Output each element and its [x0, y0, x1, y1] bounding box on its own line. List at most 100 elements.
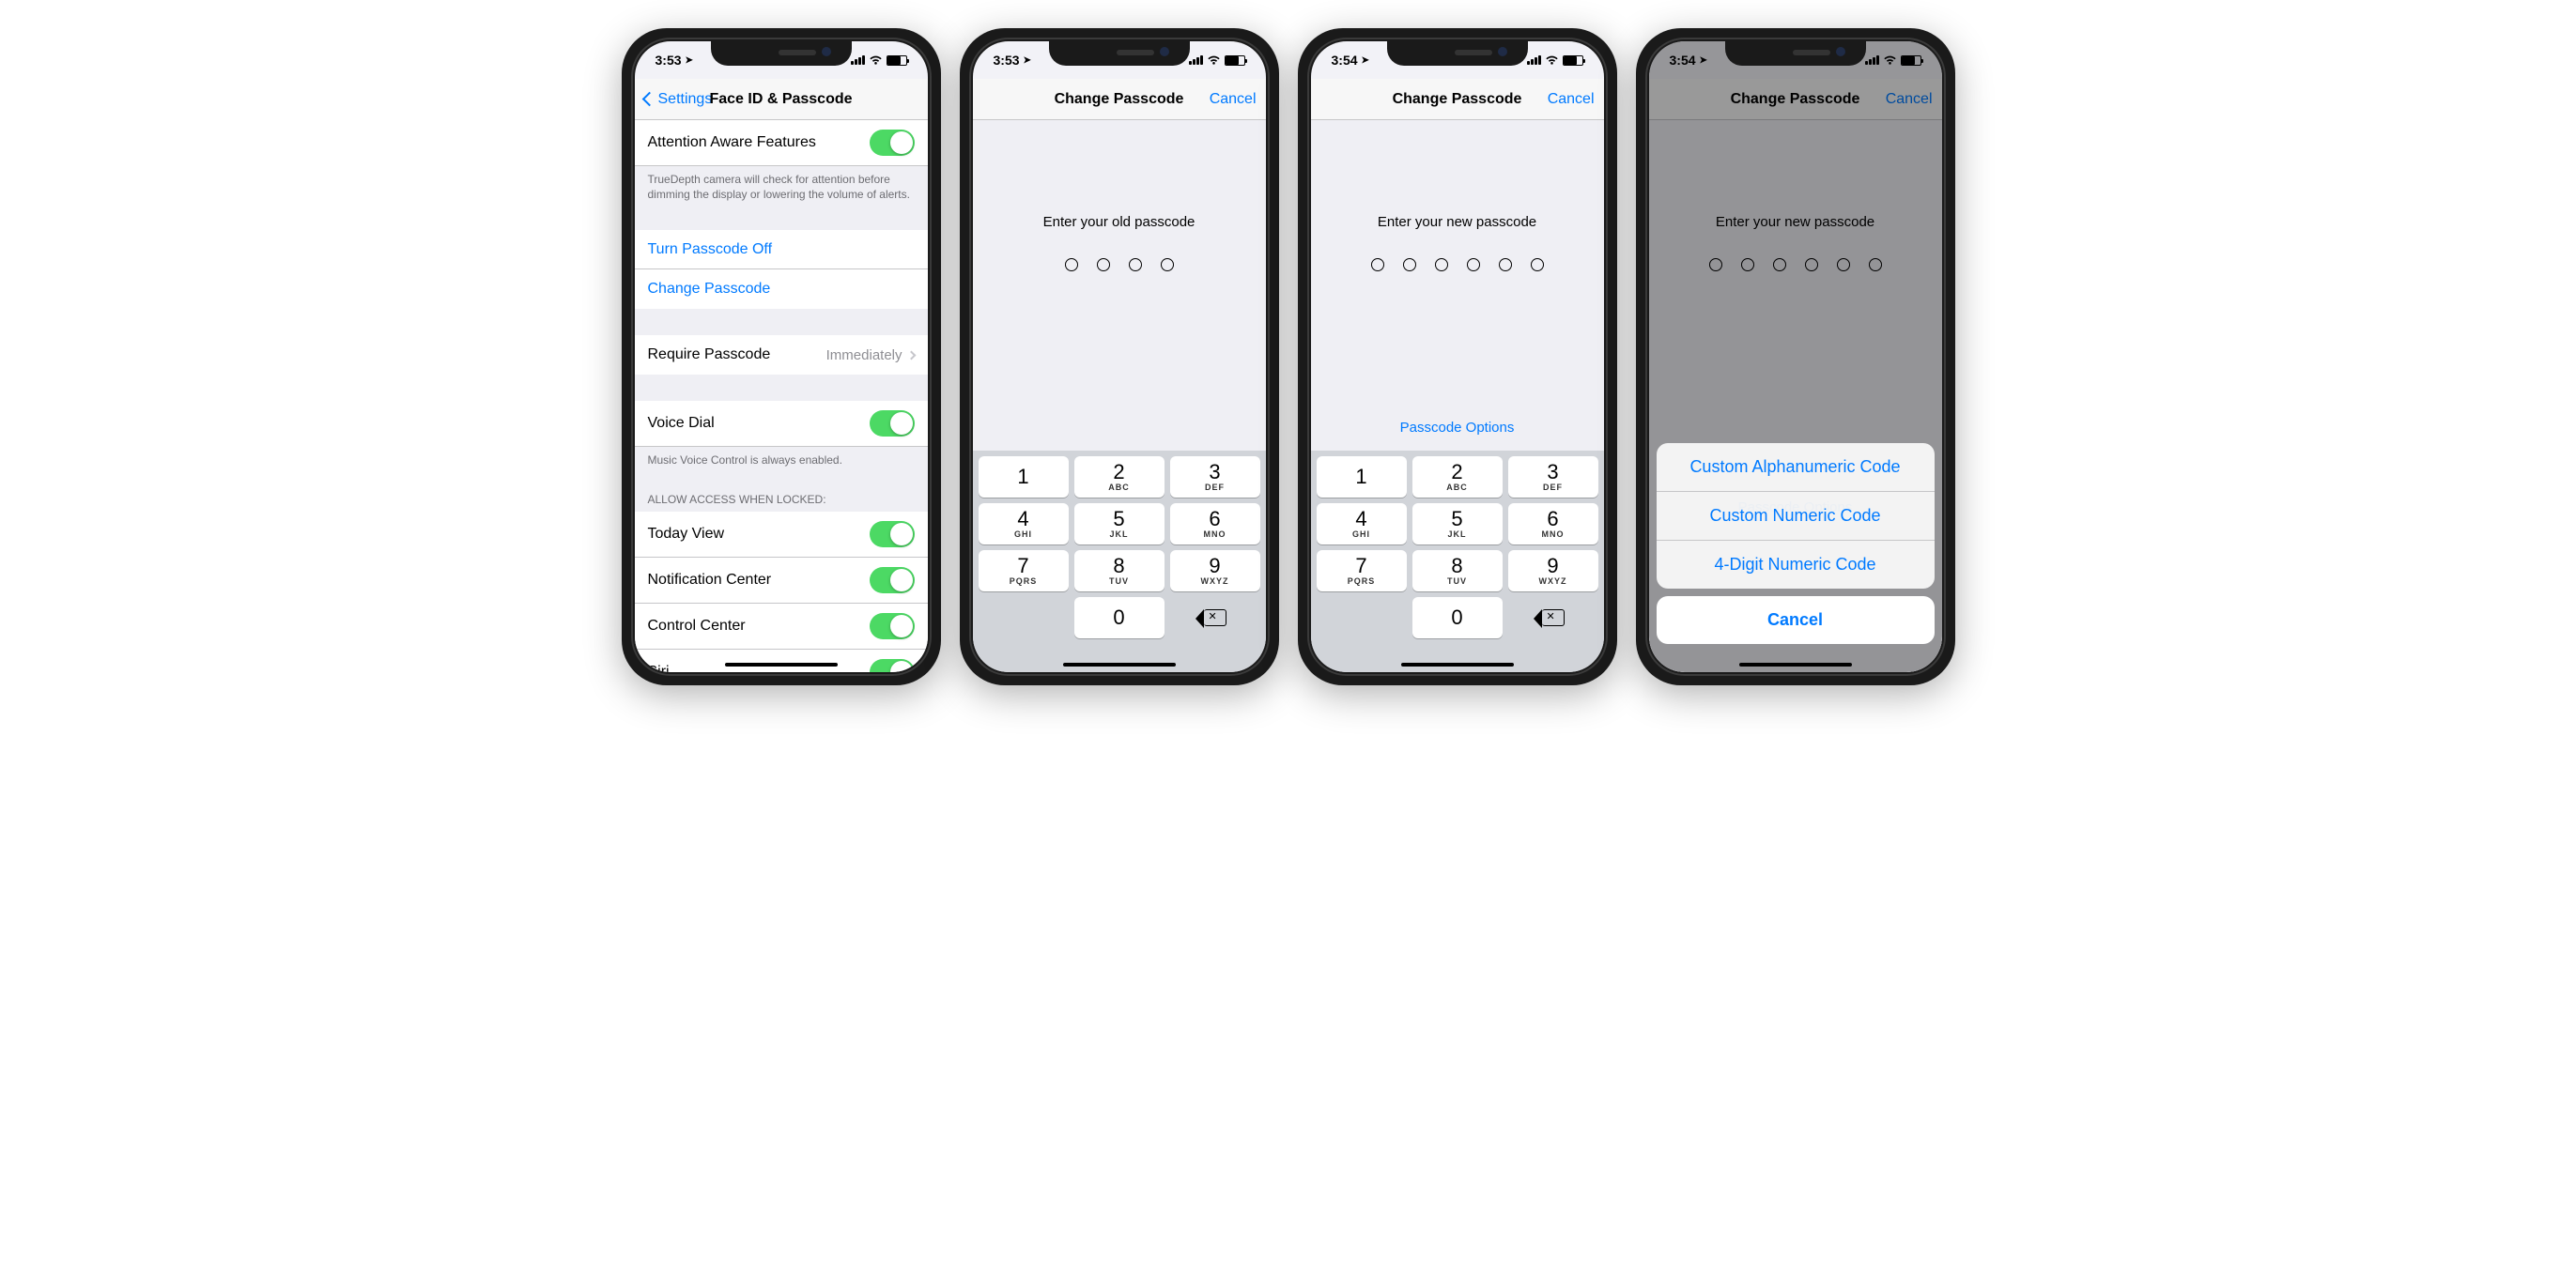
notch — [1049, 41, 1190, 66]
key-sub: GHI — [1014, 529, 1032, 539]
wifi-icon — [1545, 55, 1559, 66]
key-sub: PQRS — [1010, 576, 1038, 586]
key-8[interactable]: 8TUV — [1412, 550, 1503, 591]
passcode-dot — [1161, 258, 1174, 271]
home-indicator[interactable] — [1401, 663, 1514, 667]
passcode-dot — [1065, 258, 1078, 271]
key-5[interactable]: 5JKL — [1412, 503, 1503, 544]
key-1[interactable]: 1 — [979, 456, 1069, 498]
list-item-label: Notification Center — [648, 572, 870, 589]
key-sub: MNO — [1204, 529, 1226, 539]
passcode-dot — [1467, 258, 1480, 271]
key-9[interactable]: 9WXYZ — [1508, 550, 1598, 591]
voice-label: Voice Dial — [648, 415, 870, 432]
key-sub: DEF — [1205, 483, 1225, 492]
key-7[interactable]: 7PQRS — [979, 550, 1069, 591]
attention-aware-row[interactable]: Attention Aware Features — [635, 120, 928, 166]
passcode-options-button[interactable]: Passcode Options — [1400, 420, 1515, 436]
key-8[interactable]: 8TUV — [1074, 550, 1165, 591]
option-alphanumeric[interactable]: Custom Alphanumeric Code — [1657, 443, 1935, 492]
key-3[interactable]: 3DEF — [1508, 456, 1598, 498]
attention-switch[interactable] — [870, 130, 915, 156]
signal-icon — [1189, 55, 1203, 65]
wifi-icon — [1207, 55, 1221, 66]
require-passcode-row[interactable]: Require Passcode Immediately — [635, 335, 928, 375]
require-label: Require Passcode — [648, 346, 826, 363]
key-6[interactable]: 6MNO — [1170, 503, 1260, 544]
option-4digit[interactable]: 4-Digit Numeric Code — [1657, 541, 1935, 589]
key-delete[interactable] — [1508, 597, 1598, 638]
change-passcode-button[interactable]: Change Passcode — [635, 269, 928, 309]
action-sheet-cancel[interactable]: Cancel — [1657, 596, 1935, 644]
voice-switch[interactable] — [870, 410, 915, 437]
iphone-3: 3:54➤ Change Passcode Cancel Enter your … — [1298, 28, 1617, 685]
siri-row[interactable]: Siri — [635, 650, 928, 672]
today-switch[interactable] — [870, 521, 915, 547]
key-num: 5 — [1113, 509, 1124, 529]
notif-switch[interactable] — [870, 567, 915, 593]
key-7[interactable]: 7PQRS — [1317, 550, 1407, 591]
action-sheet-options: Custom Alphanumeric Code Custom Numeric … — [1657, 443, 1935, 589]
require-value: Immediately — [826, 347, 902, 363]
key-sub: PQRS — [1348, 576, 1376, 586]
key-sub: TUV — [1109, 576, 1129, 586]
passcode-body: Enter your old passcode — [973, 120, 1266, 451]
key-1[interactable]: 1 — [1317, 456, 1407, 498]
status-time: 3:54 — [1332, 53, 1358, 68]
action-sheet-overlay[interactable]: Custom Alphanumeric Code Custom Numeric … — [1649, 41, 1942, 672]
status-time: 3:53 — [994, 53, 1020, 68]
key-4[interactable]: 4GHI — [1317, 503, 1407, 544]
signal-icon — [1527, 55, 1541, 65]
key-0[interactable]: 0 — [1412, 597, 1503, 638]
key-2[interactable]: 2ABC — [1074, 456, 1165, 498]
location-icon: ➤ — [1362, 55, 1369, 66]
voice-dial-row[interactable]: Voice Dial — [635, 401, 928, 447]
key-sub: MNO — [1542, 529, 1565, 539]
key-sub: JKL — [1109, 529, 1128, 539]
numeric-keypad: 1 2ABC 3DEF 4GHI 5JKL 6MNO 7PQRS 8TUV 9W… — [1311, 451, 1604, 644]
cancel-button[interactable]: Cancel — [1548, 91, 1595, 108]
option-numeric[interactable]: Custom Numeric Code — [1657, 492, 1935, 541]
nav-bar: Settings Face ID & Passcode — [635, 79, 928, 120]
key-0[interactable]: 0 — [1074, 597, 1165, 638]
key-sub: GHI — [1352, 529, 1370, 539]
iphone-2: 3:53➤ Change Passcode Cancel Enter your … — [960, 28, 1279, 685]
key-2[interactable]: 2ABC — [1412, 456, 1503, 498]
notch — [1725, 41, 1866, 66]
cc-switch[interactable] — [870, 613, 915, 639]
key-3[interactable]: 3DEF — [1170, 456, 1260, 498]
battery-icon — [1563, 55, 1583, 66]
battery-icon — [1225, 55, 1245, 66]
nav-bar: Change Passcode Cancel — [1311, 79, 1604, 120]
key-num: 0 — [1451, 607, 1462, 628]
voice-footer: Music Voice Control is always enabled. — [635, 447, 928, 479]
notch — [1387, 41, 1528, 66]
key-num: 5 — [1451, 509, 1462, 529]
notification-center-row[interactable]: Notification Center — [635, 558, 928, 604]
key-sub: WXYZ — [1539, 576, 1567, 586]
back-button[interactable]: Settings — [644, 91, 713, 108]
settings-content[interactable]: Attention Aware Features TrueDepth camer… — [635, 120, 928, 672]
today-view-row[interactable]: Today View — [635, 512, 928, 558]
home-indicator[interactable] — [1063, 663, 1176, 667]
passcode-dot — [1403, 258, 1416, 271]
control-center-row[interactable]: Control Center — [635, 604, 928, 650]
key-num: 1 — [1017, 467, 1028, 487]
turn-passcode-off-button[interactable]: Turn Passcode Off — [635, 230, 928, 269]
locked-header: Allow Access When Locked: — [635, 480, 928, 512]
key-num: 9 — [1547, 556, 1558, 576]
delete-icon — [1542, 609, 1565, 626]
key-6[interactable]: 6MNO — [1508, 503, 1598, 544]
home-indicator[interactable] — [725, 663, 838, 667]
cancel-button[interactable]: Cancel — [1210, 91, 1257, 108]
key-num: 1 — [1355, 467, 1366, 487]
siri-switch[interactable] — [870, 659, 915, 672]
key-num: 6 — [1547, 509, 1558, 529]
numeric-keypad: 1 2ABC 3DEF 4GHI 5JKL 6MNO 7PQRS 8TUV 9W… — [973, 451, 1266, 644]
key-4[interactable]: 4GHI — [979, 503, 1069, 544]
key-5[interactable]: 5JKL — [1074, 503, 1165, 544]
key-9[interactable]: 9WXYZ — [1170, 550, 1260, 591]
key-delete[interactable] — [1170, 597, 1260, 638]
iphone-1: 3:53 ➤ Settings Face ID & Passcode Atten… — [622, 28, 941, 685]
home-indicator[interactable] — [1739, 663, 1852, 667]
